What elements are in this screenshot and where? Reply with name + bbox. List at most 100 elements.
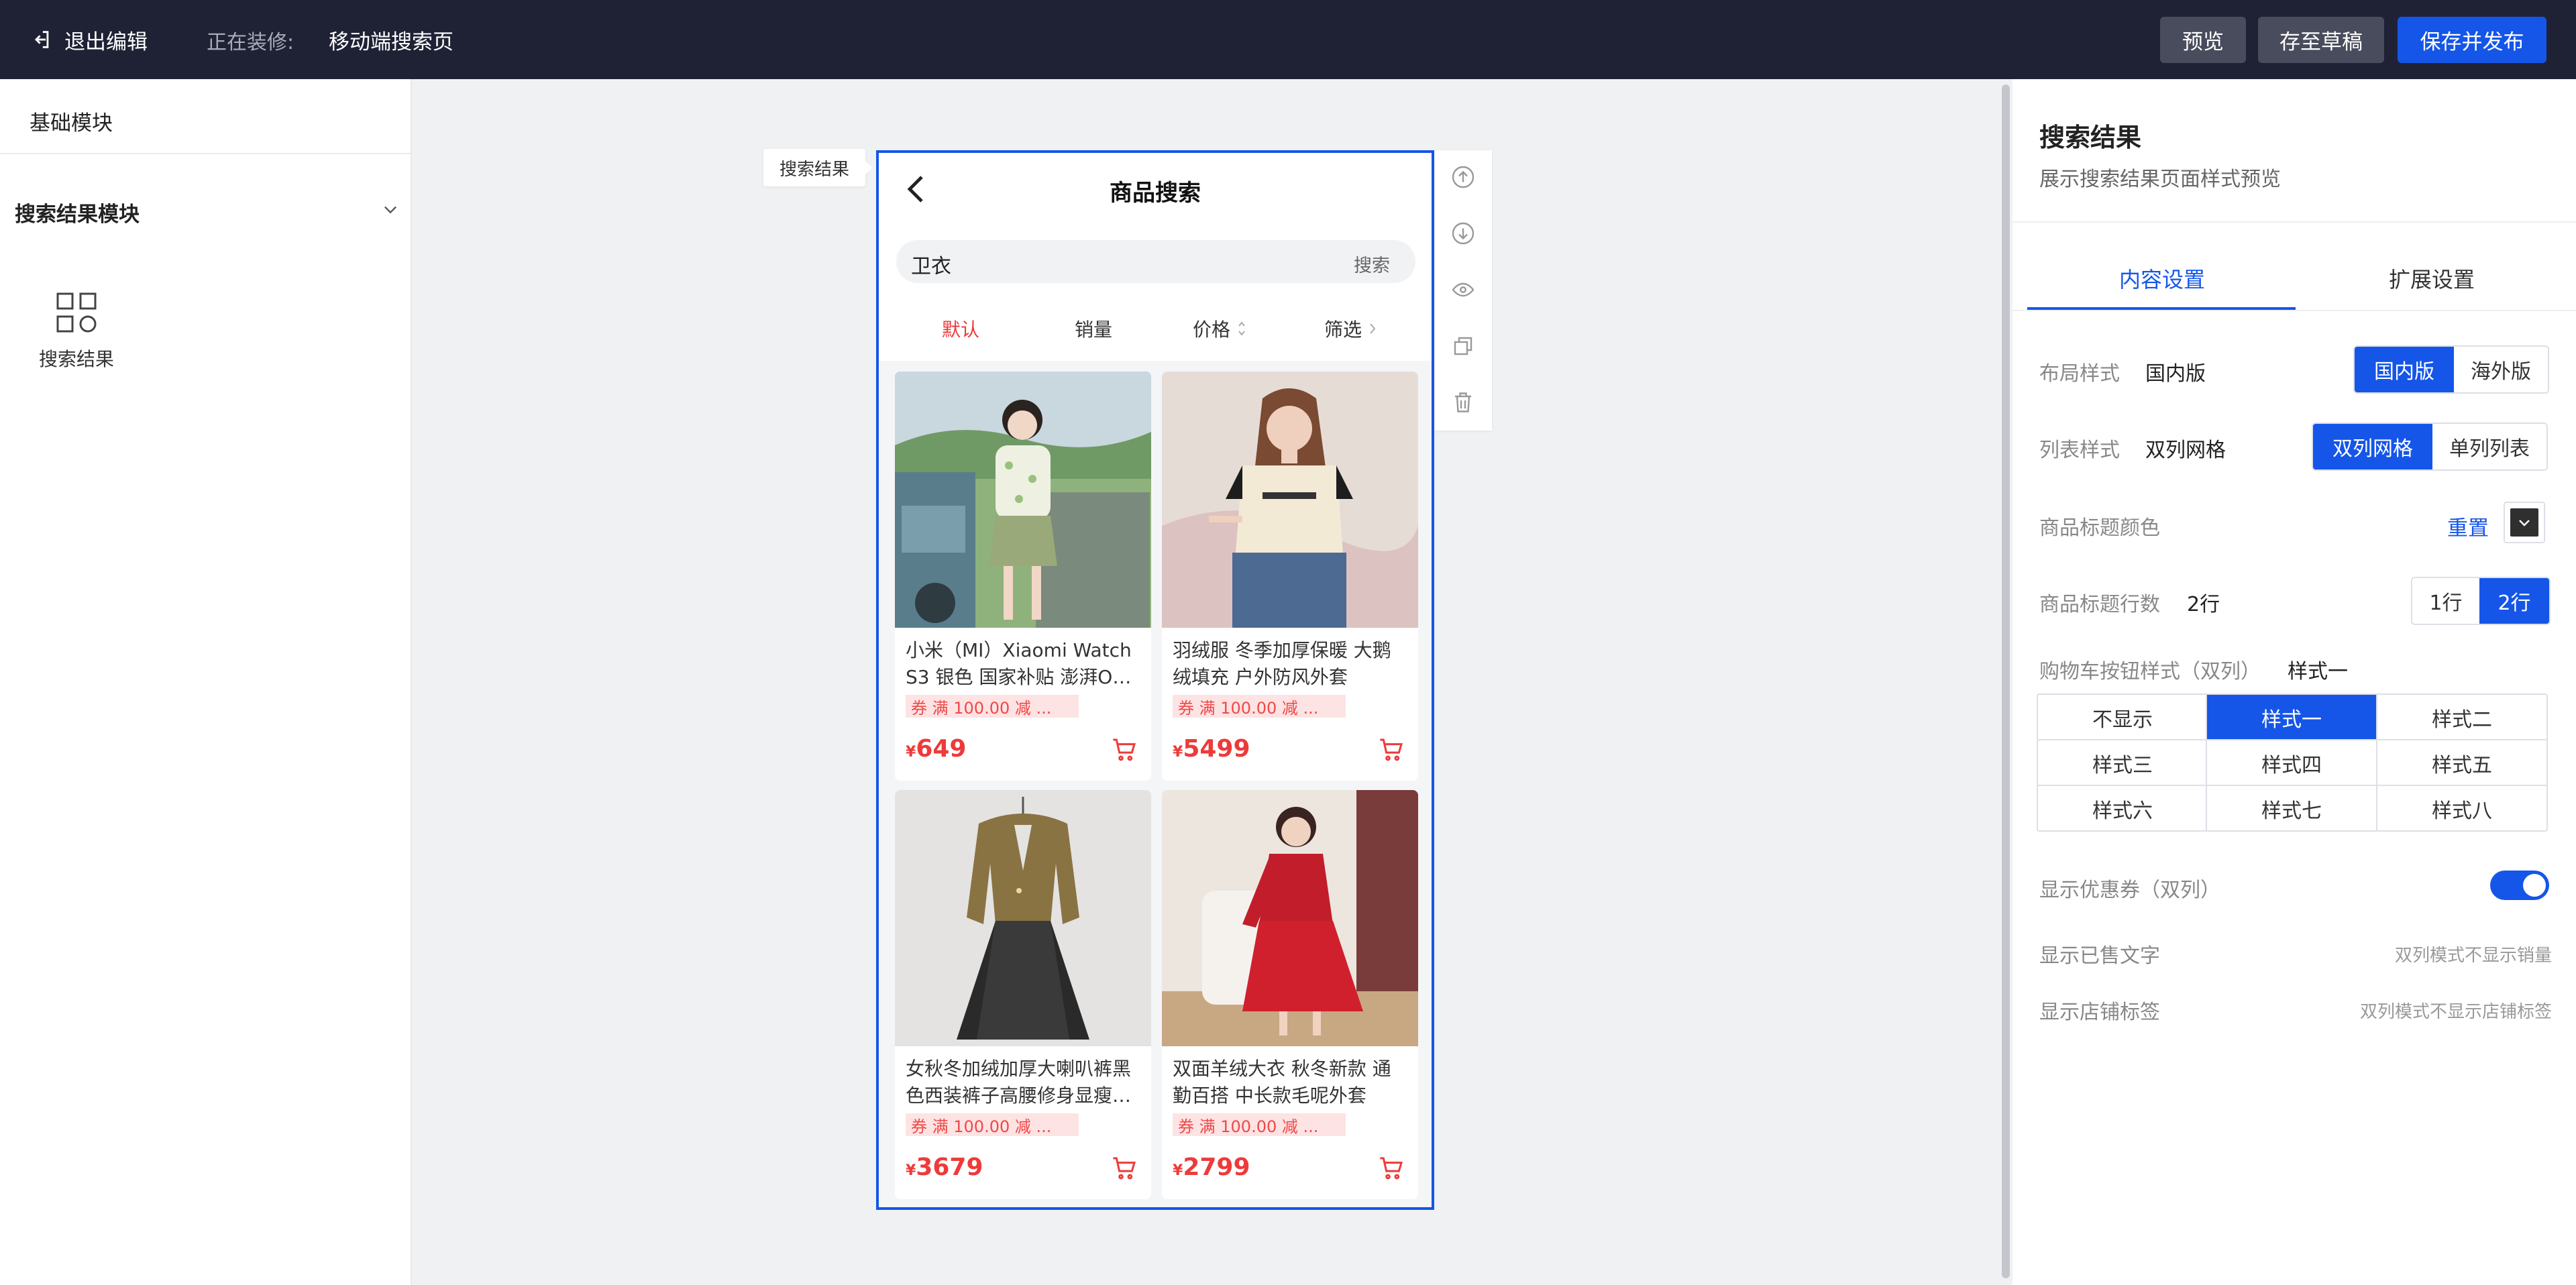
product-image bbox=[1162, 790, 1418, 1046]
module-panel: 基础模块 搜索结果模块 搜索结果 bbox=[0, 79, 412, 1285]
lines-1-option[interactable]: 1行 bbox=[2412, 578, 2479, 624]
phone-preview[interactable]: 商品搜索 卫衣 搜索 默认 销量 价格 筛选 小米（MI）Xiaomi Watc… bbox=[876, 150, 1434, 1210]
settings-title: 搜索结果 bbox=[2039, 123, 2142, 152]
show-sold-label: 显示已售文字 bbox=[2039, 944, 2160, 968]
cart-style-value: 样式一 bbox=[2288, 660, 2348, 683]
chevron-down-icon[interactable] bbox=[381, 200, 400, 219]
currency-symbol: ¥ bbox=[1173, 1162, 1183, 1179]
toggle-knob bbox=[2523, 874, 2546, 897]
component-toolbar bbox=[1434, 150, 1492, 431]
currency-symbol: ¥ bbox=[1173, 744, 1183, 761]
search-keyword: 卫衣 bbox=[911, 255, 951, 278]
visibility-icon[interactable] bbox=[1451, 278, 1475, 302]
coupon-badge: 券 满 100.00 减 ... bbox=[1173, 1113, 1346, 1136]
color-swatch bbox=[2510, 508, 2538, 537]
save-publish-button[interactable]: 保存并发布 bbox=[2398, 17, 2546, 63]
cart-style-option[interactable]: 样式一 bbox=[2207, 695, 2376, 740]
product-title: 羽绒服 冬季加厚保暖 大鹅绒填充 户外防风外套 bbox=[1173, 639, 1391, 688]
product-image bbox=[1162, 372, 1418, 628]
basic-modules-title: 基础模块 bbox=[30, 111, 113, 135]
move-up-icon[interactable] bbox=[1451, 165, 1475, 189]
sort-filter[interactable]: 筛选 bbox=[1324, 315, 1377, 342]
sort-sales-label: 销量 bbox=[1075, 319, 1113, 341]
cart-style-option[interactable]: 样式三 bbox=[2038, 740, 2207, 785]
sort-default-label: 默认 bbox=[942, 319, 980, 341]
move-down-icon[interactable] bbox=[1451, 221, 1475, 245]
phone-header: 商品搜索 bbox=[879, 153, 1432, 227]
cart-style-option[interactable]: 样式八 bbox=[2377, 786, 2546, 831]
cart-style-option[interactable]: 样式七 bbox=[2207, 786, 2376, 831]
product-card[interactable]: 小米（MI）Xiaomi Watch S3 银色 国家补贴 澎湃OS智能手表 券… bbox=[895, 372, 1151, 781]
product-image bbox=[895, 372, 1151, 628]
tab-divider bbox=[2012, 310, 2576, 311]
sort-price-label: 价格 bbox=[1193, 319, 1231, 341]
canvas-scrollbar[interactable] bbox=[2002, 85, 2010, 1278]
phone-page-title: 商品搜索 bbox=[1110, 180, 1201, 207]
layout-style-value: 国内版 bbox=[2145, 362, 2206, 386]
search-result-module-label[interactable]: 搜索结果 bbox=[39, 345, 114, 372]
title-color-label: 商品标题颜色 bbox=[2039, 516, 2160, 540]
product-title: 小米（MI）Xiaomi Watch S3 银色 国家补贴 澎湃OS智能手表 bbox=[906, 639, 1132, 688]
coupon-badge: 券 满 100.00 减 ... bbox=[1173, 695, 1346, 718]
product-card[interactable]: 双面羊绒大衣 秋冬新款 通勤百搭 中长款毛呢外套 券 满 100.00 减 ..… bbox=[1162, 790, 1418, 1199]
show-sold-hint: 双列模式不显示销量 bbox=[2394, 946, 2552, 966]
cart-style-option[interactable]: 样式五 bbox=[2377, 740, 2546, 785]
search-result-group-title[interactable]: 搜索结果模块 bbox=[15, 197, 140, 227]
cart-icon[interactable] bbox=[1111, 736, 1138, 763]
layout-overseas-option[interactable]: 海外版 bbox=[2454, 347, 2548, 392]
product-title: 双面羊绒大衣 秋冬新款 通勤百搭 中长款毛呢外套 bbox=[1173, 1058, 1391, 1107]
currency-symbol: ¥ bbox=[906, 1162, 916, 1179]
coupon-badge: 券 满 100.00 减 ... bbox=[906, 1113, 1079, 1136]
coupon-badge: 券 满 100.00 减 ... bbox=[906, 695, 1079, 718]
exit-edit-button[interactable]: 退出编辑 bbox=[30, 24, 148, 55]
cart-style-option[interactable]: 样式二 bbox=[2377, 695, 2546, 740]
component-tag: 搜索结果 bbox=[763, 149, 872, 186]
cart-icon[interactable] bbox=[1111, 1155, 1138, 1182]
product-price: ¥649 bbox=[906, 735, 966, 763]
sort-sales[interactable]: 销量 bbox=[1075, 315, 1112, 342]
list-grid-option[interactable]: 双列网格 bbox=[2313, 424, 2432, 469]
cart-style-option[interactable]: 样式六 bbox=[2038, 786, 2207, 831]
phone-search-bar: 卫衣 搜索 bbox=[879, 227, 1432, 291]
sort-arrows-icon bbox=[1238, 321, 1245, 336]
search-input[interactable]: 卫衣 搜索 bbox=[896, 240, 1415, 283]
chevron-right-icon bbox=[1370, 323, 1376, 334]
lines-2-option[interactable]: 2行 bbox=[2479, 578, 2549, 624]
tab-content-settings[interactable]: 内容设置 bbox=[2027, 263, 2297, 294]
settings-subtitle: 展示搜索结果页面样式预览 bbox=[2039, 168, 2281, 191]
show-shop-label: 显示店铺标签 bbox=[2039, 1001, 2160, 1024]
copy-icon[interactable] bbox=[1451, 334, 1475, 358]
grid-divider bbox=[2206, 695, 2207, 830]
sort-filter-label: 筛选 bbox=[1324, 319, 1362, 341]
layout-style-toggle: 国内版 海外版 bbox=[2353, 345, 2549, 394]
product-card[interactable]: 女秋冬加绒加厚大喇叭裤黑色西装裤子高腰修身显瘦阔腿裤 券 满 100.00 减 … bbox=[895, 790, 1151, 1199]
show-shop-hint: 双列模式不显示店铺标签 bbox=[2359, 1002, 2552, 1022]
sort-default[interactable]: 默认 bbox=[942, 315, 979, 342]
cart-style-option[interactable]: 不显示 bbox=[2038, 695, 2207, 740]
reset-color-button[interactable]: 重置 bbox=[2447, 511, 2489, 541]
color-picker[interactable] bbox=[2504, 502, 2545, 543]
show-coupon-toggle[interactable] bbox=[2490, 871, 2549, 900]
sort-price[interactable]: 价格 bbox=[1193, 315, 1246, 342]
top-bar: 退出编辑 正在装修: 移动端搜索页 预览 存至草稿 保存并发布 bbox=[0, 0, 2576, 79]
delete-icon[interactable] bbox=[1451, 390, 1475, 414]
cart-style-option[interactable]: 样式四 bbox=[2207, 740, 2376, 785]
exit-icon bbox=[34, 31, 49, 48]
cart-icon[interactable] bbox=[1378, 1155, 1405, 1182]
cart-icon[interactable] bbox=[1378, 736, 1405, 763]
product-card[interactable]: 羽绒服 冬季加厚保暖 大鹅绒填充 户外防风外套 券 满 100.00 减 ...… bbox=[1162, 372, 1418, 781]
search-button[interactable]: 搜索 bbox=[1354, 251, 1390, 277]
layout-domestic-option[interactable]: 国内版 bbox=[2355, 347, 2454, 392]
tab-extend-settings[interactable]: 扩展设置 bbox=[2297, 263, 2567, 294]
price-value: 2799 bbox=[1183, 1154, 1250, 1181]
grid-module-icon[interactable] bbox=[55, 291, 98, 334]
list-style-label: 列表样式 bbox=[2039, 439, 2120, 462]
product-price: ¥2799 bbox=[1173, 1154, 1250, 1181]
sort-bar: 默认 销量 价格 筛选 bbox=[879, 291, 1432, 361]
preview-button[interactable]: 预览 bbox=[2160, 17, 2246, 63]
save-draft-button[interactable]: 存至草稿 bbox=[2258, 17, 2384, 63]
product-price: ¥3679 bbox=[906, 1154, 983, 1181]
cart-style-label: 购物车按钮样式（双列） bbox=[2039, 660, 2261, 683]
list-single-option[interactable]: 单列列表 bbox=[2432, 424, 2546, 469]
editing-page-name: 移动端搜索页 bbox=[329, 30, 453, 54]
